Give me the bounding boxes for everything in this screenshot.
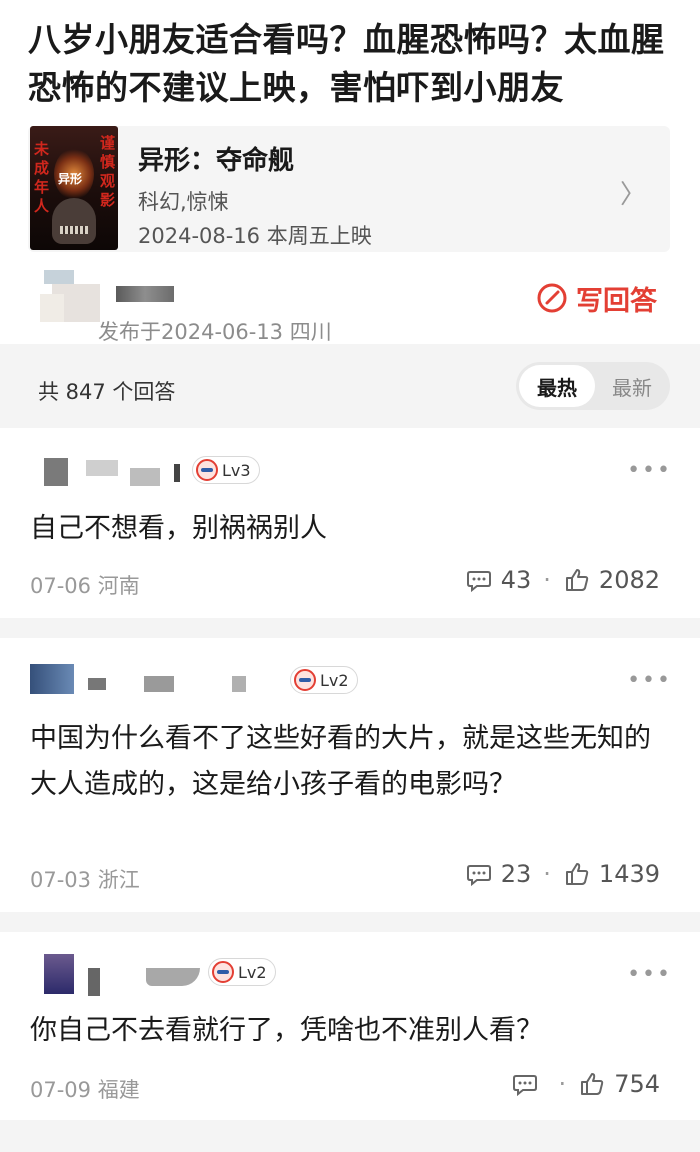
thumbs-up-icon [565, 569, 589, 591]
answer-stats: 43 · 2082 [465, 566, 660, 594]
asked-meta: 发布于2024-06-13 四川 [98, 320, 332, 344]
poster-warning-left: 未成年人 [34, 140, 50, 215]
movie-genre: 科幻,惊悚 [138, 190, 229, 214]
movie-name: 异形：夺命舰 [138, 146, 295, 176]
answer-avatar[interactable] [30, 664, 74, 694]
answer-meta: 07-06 河南 [30, 570, 140, 600]
answer-text: 中国为什么看不了这些好看的大片，就是这些无知的大人造成的，这是给小孩子看的电影吗… [30, 723, 651, 800]
like-button[interactable]: 1439 [563, 860, 660, 888]
answer-stats: 23 · 1439 [465, 860, 660, 888]
comment-button[interactable]: 23 [465, 860, 532, 888]
like-count: 2082 [598, 566, 660, 594]
answer-meta: 07-09 福建 [30, 1074, 140, 1104]
comment-button[interactable]: 43 [465, 566, 532, 594]
level-badge-icon [294, 669, 316, 691]
answer-item: Lv3 ••• 自己不想看，别祸祸别人 07-06 河南 43 · 2082 [0, 428, 700, 618]
level-badge: Lv2 [208, 958, 276, 986]
asker-name-blurred[interactable] [116, 286, 174, 302]
answer-region: 福建 [97, 1078, 140, 1102]
asker-avatar[interactable] [40, 266, 102, 328]
answer-meta: 07-03 浙江 [30, 864, 140, 894]
answer-stats: · 754 [511, 1070, 660, 1098]
answer-region: 浙江 [97, 868, 140, 892]
comment-bubble-icon [466, 571, 491, 593]
edit-circle-icon [537, 283, 567, 313]
more-dots-icon[interactable]: ••• [627, 668, 672, 693]
level-badge-icon [196, 459, 218, 481]
level-badge-icon [212, 961, 234, 983]
thumbs-up-icon [581, 1073, 604, 1095]
answer-author-blurred[interactable] [86, 460, 118, 476]
movie-release-date: 2024-08-16 本周五上映 [138, 224, 372, 248]
write-answer-button[interactable]: 写回答 [536, 278, 657, 318]
like-button[interactable]: 754 [578, 1070, 660, 1098]
answer-item: Lv2 ••• 中国为什么看不了这些好看的大片，就是这些无知的大人造成的，这是给… [0, 638, 700, 912]
comment-button[interactable] [511, 1070, 547, 1098]
like-count: 1439 [598, 860, 660, 888]
sort-new-tab[interactable]: 最新 [596, 365, 668, 407]
answer-author-blurred[interactable] [88, 968, 100, 996]
comment-count: 23 [500, 860, 532, 888]
answer-item: Lv2 ••• 你自己不去看就行了，凭啥也不准别人看？ 07-09 福建 · 7… [0, 932, 700, 1120]
answer-count: 共 847 个回答 [38, 380, 176, 404]
thumbs-up-icon [565, 863, 589, 885]
chevron-right-icon: 〉 [619, 180, 646, 210]
like-button[interactable]: 2082 [563, 566, 660, 594]
answer-avatar[interactable] [44, 954, 74, 994]
write-answer-label: 写回答 [576, 285, 657, 317]
movie-poster: 未成年人 谨慎观影 异形 [30, 126, 118, 250]
answer-date: 07-09 [30, 1078, 92, 1102]
answer-date: 07-03 [30, 868, 92, 892]
more-dots-icon[interactable]: ••• [627, 962, 672, 987]
poster-logo: 异形 [58, 172, 83, 186]
answer-text: 你自己不去看就行了，凭啥也不准别人看？ [30, 1015, 543, 1046]
like-count: 754 [614, 1070, 660, 1098]
answer-author-blurred[interactable] [88, 678, 106, 690]
answer-avatar[interactable] [44, 458, 68, 486]
poster-warning-right: 谨慎观影 [100, 134, 116, 209]
movie-card[interactable]: 未成年人 谨慎观影 异形 异形：夺命舰 科幻,惊悚 2024-08-16 本周五… [28, 126, 670, 252]
comment-bubble-icon [466, 865, 491, 887]
comment-bubble-icon [512, 1075, 537, 1097]
answer-text: 自己不想看，别祸祸别人 [30, 513, 327, 544]
answer-region: 河南 [97, 574, 140, 598]
sort-hot-tab[interactable]: 最热 [519, 365, 595, 407]
sort-toggle: 最热 最新 [516, 362, 670, 410]
comment-count: 43 [500, 566, 532, 594]
more-dots-icon[interactable]: ••• [627, 458, 672, 483]
level-badge: Lv2 [290, 666, 358, 694]
question-title: 八岁小朋友适合看吗？血腥恐怖吗？太血腥恐怖的不建议上映，害怕吓到小朋友 [28, 20, 665, 107]
answer-date: 07-06 [30, 574, 92, 598]
level-badge: Lv3 [192, 456, 260, 484]
